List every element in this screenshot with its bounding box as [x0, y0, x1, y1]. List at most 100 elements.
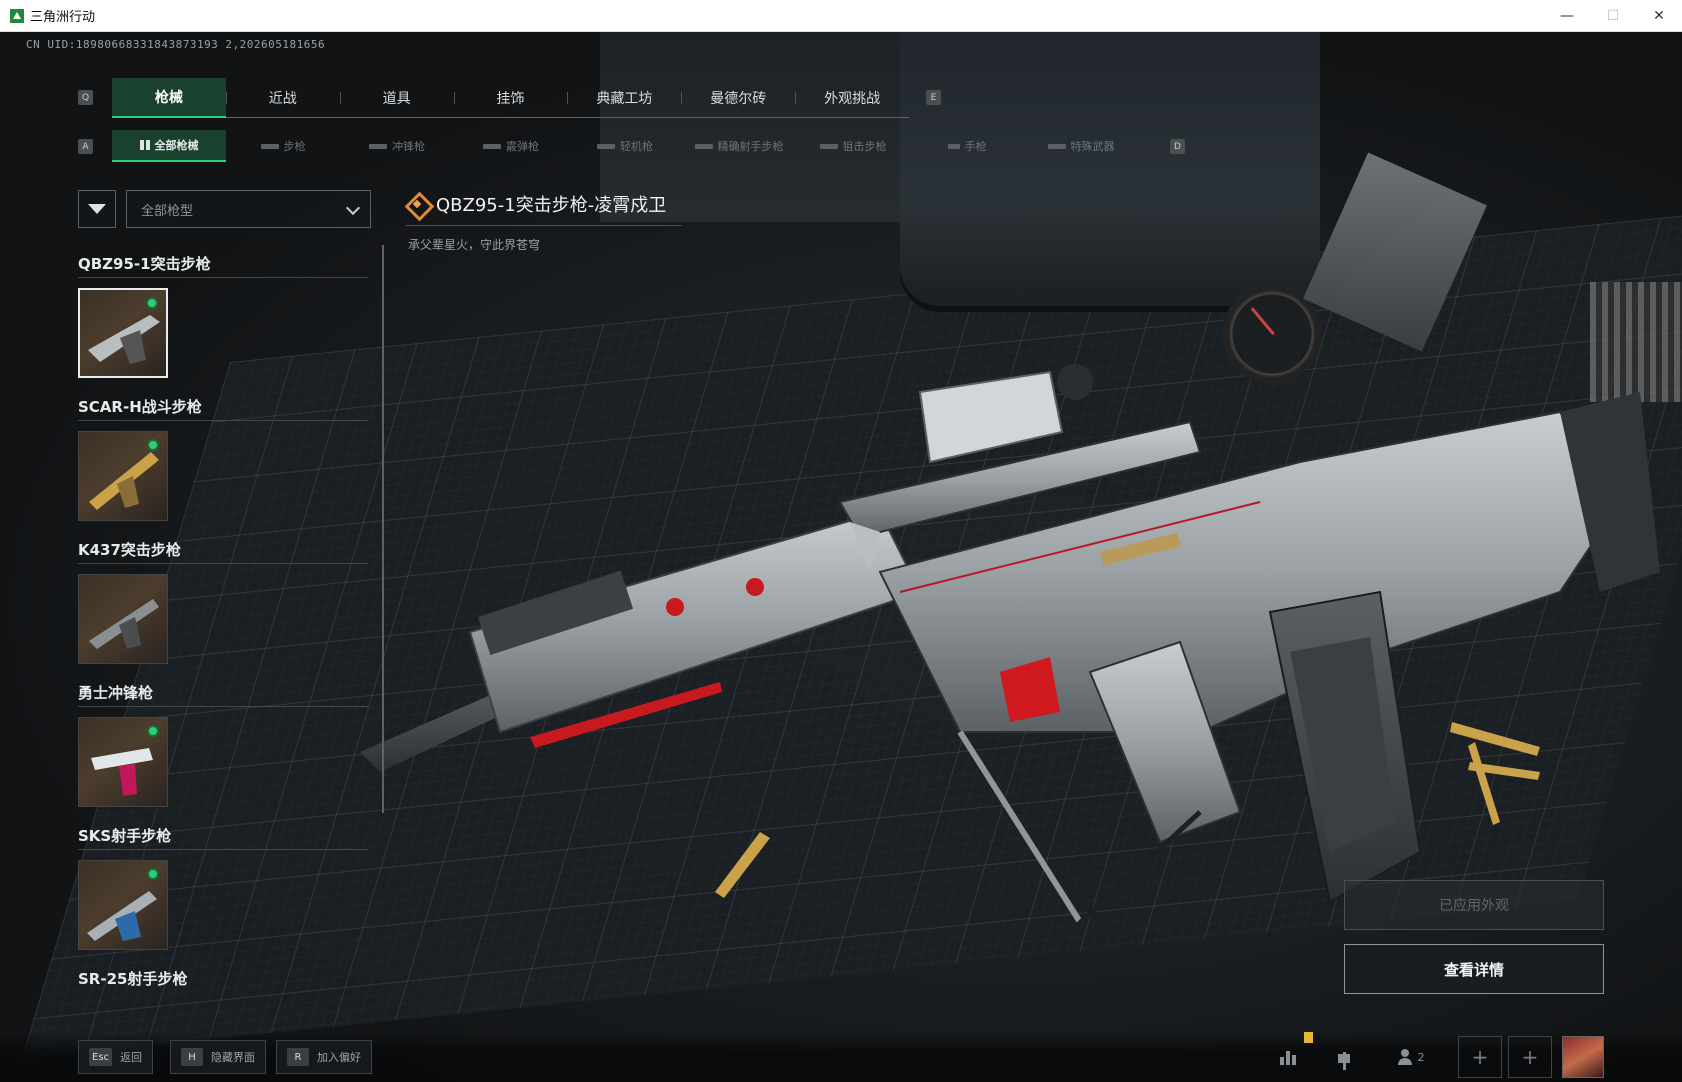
- minimize-button[interactable]: —: [1544, 0, 1590, 32]
- player-avatar[interactable]: [1562, 1036, 1604, 1078]
- person-icon: [1397, 1049, 1412, 1065]
- weapon-group: K437突击步枪: [78, 536, 368, 564]
- smg-icon: [369, 143, 387, 149]
- party-count: 2: [1417, 1050, 1425, 1064]
- add-slot-button[interactable]: +: [1508, 1036, 1552, 1078]
- bar: [1286, 1051, 1290, 1065]
- skin-thumbnail[interactable]: [78, 860, 168, 950]
- weapon-group: SR-25射手步枪: [78, 965, 368, 993]
- subtab-label: 全部枪械: [154, 139, 199, 152]
- next-subtab-key: D: [1170, 139, 1185, 154]
- special-weapon-icon: [1047, 143, 1066, 149]
- add-slot-button[interactable]: +: [1458, 1036, 1502, 1078]
- close-window-button[interactable]: ✕: [1636, 0, 1682, 32]
- window-titlebar: 三角洲行动 — ☐ ✕: [0, 0, 1682, 32]
- h-key: H: [181, 1048, 203, 1066]
- hint-label: 加入偏好: [317, 1051, 361, 1064]
- subtab-label: 精确射手步枪: [717, 140, 784, 153]
- skin-thumbnail[interactable]: [78, 574, 168, 664]
- shotgun-icon: [483, 143, 501, 149]
- filter-icon: [88, 204, 106, 214]
- add-favorite-hint[interactable]: R 加入偏好: [276, 1040, 372, 1074]
- gun-type-select[interactable]: 全部枪型: [126, 190, 371, 228]
- skin-thumbnail[interactable]: [78, 431, 168, 521]
- skin-thumbnail[interactable]: [78, 717, 168, 807]
- owned-indicator: [147, 725, 159, 737]
- subtab-label: 轻机枪: [620, 140, 653, 153]
- weapon-group-title: SKS射手步枪: [78, 822, 368, 850]
- rifle-thumbnail-icon: [89, 599, 159, 649]
- tab-melee[interactable]: 近战: [225, 78, 340, 118]
- selected-weapon-header: QBZ95-1突击步枪-凌霄戍卫: [406, 182, 682, 226]
- window-title: 三角洲行动: [30, 10, 96, 25]
- dmr-icon: [694, 143, 713, 149]
- weapon-group-title: K437突击步枪: [78, 536, 368, 564]
- r-key: R: [287, 1048, 309, 1066]
- gun-type-select-value: 全部枪型: [141, 203, 194, 219]
- subtab-shotguns[interactable]: 霰弹枪: [454, 130, 568, 162]
- selected-weapon-name: QBZ95-1突击步枪-凌霄戍卫: [436, 194, 667, 216]
- weapon-type-tabs: 全部枪械 步枪 冲锋枪 霰弹枪 轻机枪 精确射手步枪 狙击步枪 手枪 特殊武器: [112, 130, 1172, 162]
- subtab-label: 霰弹枪: [506, 140, 539, 153]
- rarity-diamond-icon: [406, 193, 428, 215]
- bar: [1292, 1055, 1296, 1065]
- subtab-label: 冲锋枪: [392, 140, 425, 153]
- subtab-sniper[interactable]: 狙击步枪: [796, 130, 910, 162]
- subtab-lmg[interactable]: 轻机枪: [568, 130, 682, 162]
- tab-collection-workshop[interactable]: 典藏工坊: [567, 78, 681, 118]
- notification-badge: [1304, 1032, 1313, 1043]
- party-members-button[interactable]: 2: [1386, 1040, 1436, 1074]
- weapon-group-title: 勇士冲锋枪: [78, 679, 368, 707]
- hint-label: 隐藏界面: [211, 1051, 255, 1064]
- tab-guns[interactable]: 枪械: [112, 78, 226, 118]
- view-details-button[interactable]: 查看详情: [1344, 944, 1604, 994]
- weapon-group-title: SCAR-H战斗步枪: [78, 393, 368, 421]
- grid-icon: [139, 140, 150, 150]
- subtab-label: 狙击步枪: [842, 140, 887, 153]
- rifle-icon: [260, 143, 279, 149]
- weapon-group: SCAR-H战斗步枪: [78, 393, 368, 421]
- weapon-group: SKS射手步枪: [78, 822, 368, 850]
- tab-mandel-brick[interactable]: 曼德尔砖: [681, 78, 795, 118]
- subtab-label: 特殊武器: [1070, 140, 1115, 153]
- back-hint[interactable]: Esc 返回: [78, 1040, 154, 1074]
- owned-indicator: [147, 439, 159, 451]
- maximize-button[interactable]: ☐: [1590, 0, 1636, 32]
- skin-thumbnail[interactable]: [78, 288, 168, 378]
- selected-weapon-subtitle: 承父辈星火，守此界苍穹: [408, 238, 541, 252]
- esc-key: Esc: [89, 1048, 113, 1066]
- tab-items[interactable]: 道具: [339, 78, 454, 118]
- subtab-all-guns[interactable]: 全部枪械: [112, 130, 226, 162]
- weapon-group-title: SR-25射手步枪: [78, 970, 188, 988]
- applied-appearance-button[interactable]: 已应用外观: [1344, 880, 1604, 930]
- prev-subtab-key: A: [78, 139, 93, 154]
- prev-tab-key: Q: [78, 90, 93, 105]
- hint-label: 返回: [120, 1051, 143, 1064]
- owned-indicator: [146, 297, 158, 309]
- subtab-label: 步枪: [283, 140, 306, 153]
- subtab-pistols[interactable]: 手枪: [910, 130, 1024, 162]
- next-tab-key: E: [926, 90, 941, 105]
- subtab-smg[interactable]: 冲锋枪: [340, 130, 454, 162]
- filter-button[interactable]: [78, 190, 116, 228]
- hide-ui-hint[interactable]: H 隐藏界面: [170, 1040, 266, 1074]
- sniper-icon: [819, 143, 838, 149]
- stats-icon[interactable]: [1270, 1040, 1306, 1074]
- weapon-group-title: QBZ95-1突击步枪: [78, 250, 368, 278]
- weapon-group: QBZ95-1突击步枪: [78, 250, 368, 278]
- tab-charms[interactable]: 挂饰: [453, 78, 568, 118]
- subtab-dmr[interactable]: 精确射手步枪: [682, 130, 796, 162]
- bar: [1280, 1057, 1284, 1065]
- lmg-icon: [597, 143, 615, 149]
- subtab-special[interactable]: 特殊武器: [1024, 130, 1138, 162]
- app-logo-icon: [10, 8, 24, 23]
- flag-icon[interactable]: [1326, 1040, 1362, 1074]
- user-uid: CN UID:18980668331843873193 2,2026051816…: [26, 38, 326, 51]
- category-tabs: 枪械 近战 道具 挂饰 典藏工坊 曼德尔砖 外观挑战: [112, 78, 909, 118]
- list-scrollbar[interactable]: [382, 245, 384, 813]
- tab-appearance-challenge[interactable]: 外观挑战: [795, 78, 909, 118]
- chevron-down-icon: [345, 200, 361, 216]
- subtab-rifles[interactable]: 步枪: [226, 130, 340, 162]
- pistol-icon: [947, 143, 960, 149]
- owned-indicator: [147, 868, 159, 880]
